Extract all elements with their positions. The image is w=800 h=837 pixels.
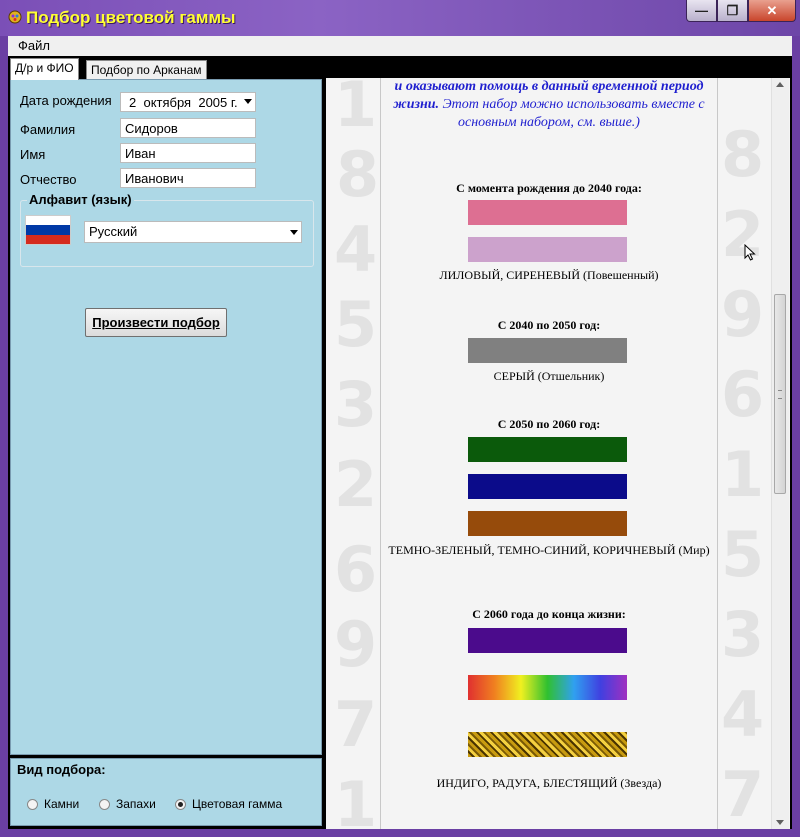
client-area: Файл Д/р и ФИО Подбор по Арканам Дата ро… — [8, 36, 792, 829]
radio-circle-selected — [175, 798, 186, 810]
radio-color-scheme[interactable]: Цветовая гамма — [175, 797, 282, 811]
language-select[interactable]: Русский — [84, 221, 302, 243]
period-caption: ТЕМНО-ЗЕЛЕНЫЙ, ТЕМНО-СИНИЙ, КОРИЧНЕВЫЙ (… — [388, 543, 710, 557]
minimize-button[interactable]: — — [686, 0, 717, 22]
alphabet-group-title: Алфавит (язык) — [27, 192, 134, 207]
period-caption: СЕРЫЙ (Отшельник) — [493, 369, 605, 383]
selection-mode-panel: Вид подбора: Камни Запахи Цветовая гамма — [10, 758, 322, 826]
radio-stones-label: Камни — [44, 797, 80, 811]
color-swatch-glitter — [468, 732, 627, 757]
tab-arcana[interactable]: Подбор по Арканам — [86, 60, 207, 79]
language-value: Русский — [89, 224, 138, 239]
tab-strip: Д/р и ФИО Подбор по Арканам — [8, 58, 328, 80]
patronymic-label: Отчество — [20, 172, 77, 187]
mouse-cursor-icon — [744, 244, 756, 261]
radio-color-scheme-label: Цветовая гамма — [192, 797, 283, 811]
radio-scents[interactable]: Запахи — [99, 797, 156, 811]
window-title: Подбор цветовой гаммы — [26, 8, 236, 27]
scrollbar-thumb[interactable] — [774, 294, 786, 494]
period-caption: ЛИЛОВЫЙ, СИРЕНЕВЫЙ (Повешенный) — [439, 268, 659, 282]
radio-circle — [99, 798, 110, 810]
intro-text: Этот набор можно использовать вместе с о… — [439, 97, 705, 130]
radio-stones[interactable]: Камни — [27, 797, 79, 811]
grip-icon — [778, 390, 782, 399]
birthdate-picker[interactable]: 2 октября 2005 г. — [120, 92, 256, 112]
period-heading: С 2060 года до конца жизни: — [472, 607, 626, 621]
name-field[interactable]: Иван — [120, 143, 256, 163]
scroll-up-icon[interactable] — [776, 82, 784, 87]
selection-mode-title: Вид подбора: — [17, 762, 106, 777]
run-selection-button[interactable]: Произвести подбор — [85, 308, 227, 337]
close-icon: ✕ — [766, 2, 778, 18]
period-caption: ИНДИГО, РАДУГА, БЛЕСТЯЩИЙ (Звезда) — [436, 776, 662, 790]
birthdate-month: октября — [143, 95, 192, 110]
alphabet-group: Алфавит (язык) Русский — [20, 192, 314, 267]
result-view[interactable]: 1845326971 829615347 и оказывают помощь … — [326, 78, 790, 829]
color-swatch-lilac — [468, 200, 627, 225]
period-heading: С момента рождения до 2040 года: — [456, 181, 642, 195]
radio-scents-label: Запахи — [116, 797, 156, 811]
birthdate-day: 2 — [129, 95, 137, 110]
minimize-icon: — — [695, 3, 708, 18]
russian-flag-icon — [25, 215, 71, 245]
document-page: и оказывают помощь в данный временной пе… — [380, 78, 718, 829]
menu-file[interactable]: Файл — [18, 38, 50, 53]
birthdate-year: 2005 г. — [198, 95, 238, 110]
maximize-icon: ❐ — [726, 2, 739, 18]
intro-paragraph: и оказывают помощь в данный временной пе… — [391, 78, 707, 132]
color-swatch-gray — [468, 338, 627, 363]
maximize-button[interactable]: ❐ — [717, 0, 748, 22]
color-swatch-lavender — [468, 237, 627, 262]
chevron-down-icon — [290, 230, 298, 235]
scroll-down-icon[interactable] — [776, 820, 784, 825]
name-label: Имя — [20, 147, 46, 162]
menu-bar: Файл — [8, 36, 792, 56]
birthdate-name-panel: Дата рождения 2 октября 2005 г. Фамилия … — [10, 79, 322, 755]
surname-label: Фамилия — [20, 122, 76, 137]
color-swatch-brown — [468, 511, 627, 536]
app-icon — [8, 10, 22, 24]
color-swatch-dark-green — [468, 437, 627, 462]
period-heading: С 2050 по 2060 год: — [497, 417, 601, 431]
patronymic-field[interactable]: Иванович — [120, 168, 256, 188]
color-swatch-indigo — [468, 628, 627, 653]
color-swatch-dark-blue — [468, 474, 627, 499]
color-swatch-rainbow — [468, 675, 627, 700]
close-button[interactable]: ✕ — [748, 0, 796, 22]
tab-birthdate-name[interactable]: Д/р и ФИО — [10, 58, 79, 80]
vertical-scrollbar[interactable] — [771, 78, 789, 829]
surname-field[interactable]: Сидоров — [120, 118, 256, 138]
title-bar[interactable]: Подбор цветовой гаммы — ❐ ✕ — [0, 0, 800, 36]
radio-circle — [27, 798, 38, 810]
birthdate-label: Дата рождения — [20, 93, 112, 108]
period-heading: С 2040 по 2050 год: — [497, 318, 601, 332]
chevron-down-icon — [244, 99, 252, 104]
